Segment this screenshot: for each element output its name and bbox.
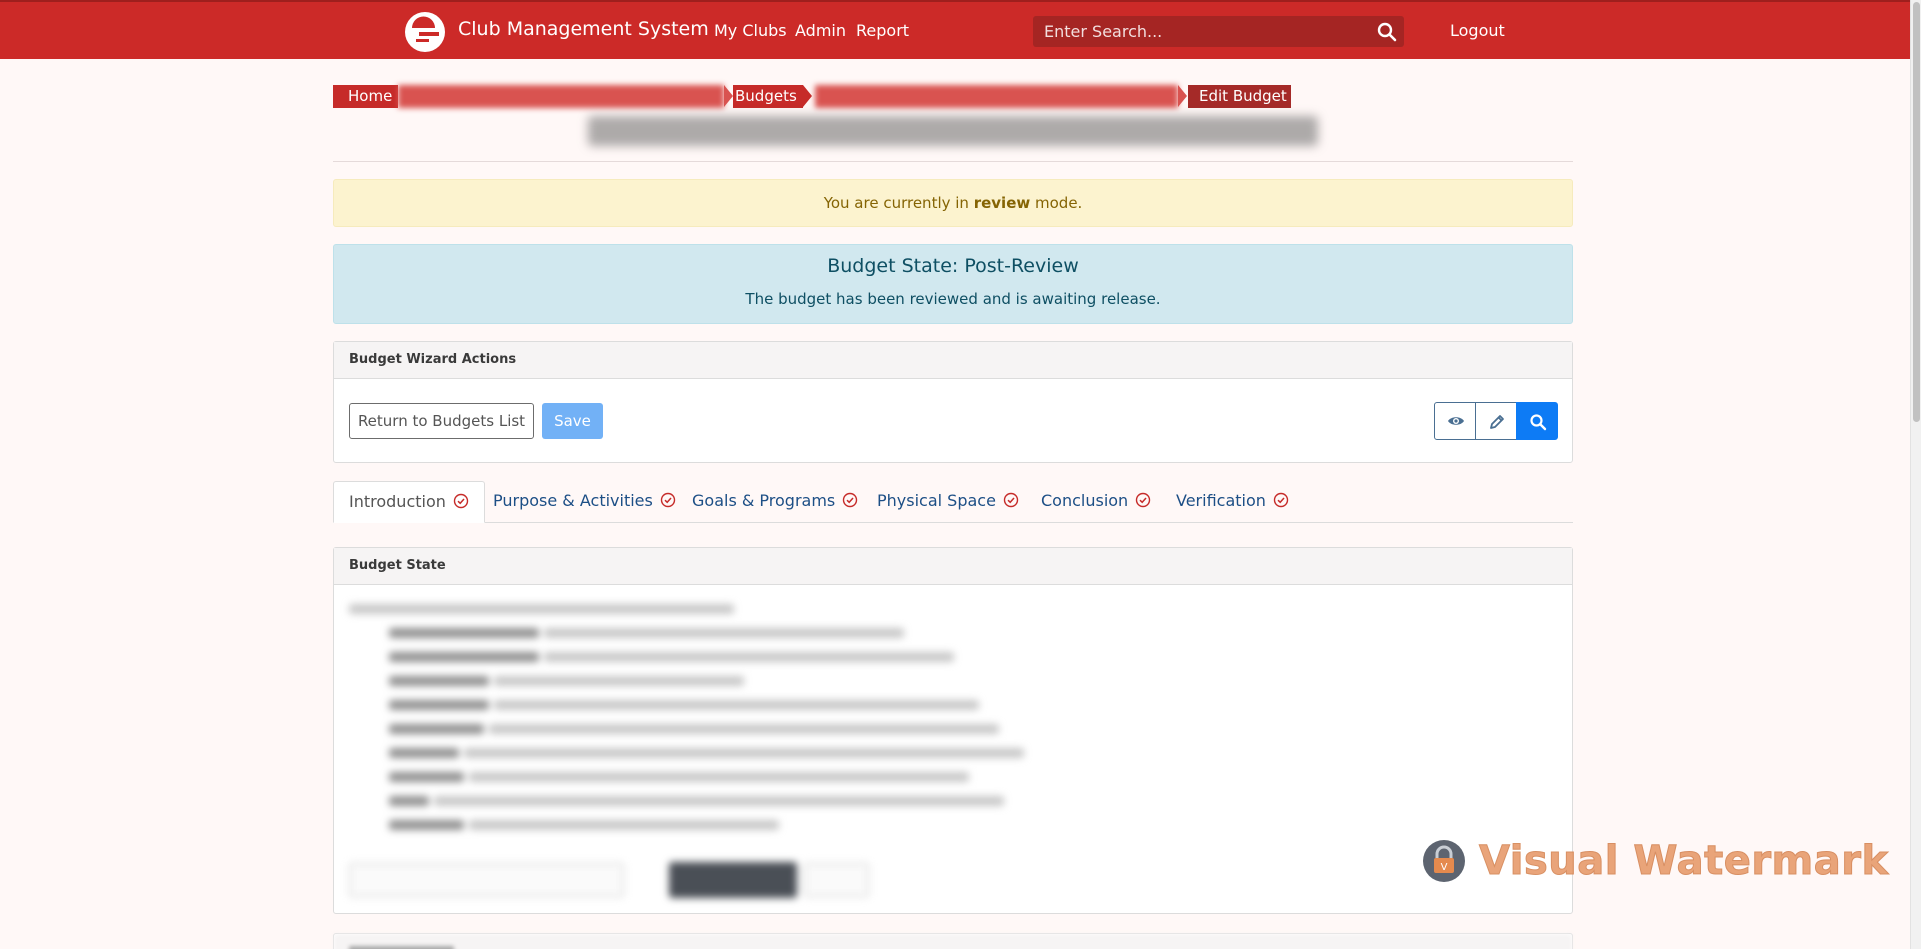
review-mode-button[interactable] (1516, 402, 1558, 440)
tab-purpose-activities[interactable]: Purpose & Activities (493, 481, 676, 523)
visual-watermark: V Visual Watermark (1423, 838, 1889, 885)
tab-label: Goals & Programs (692, 491, 836, 510)
save-button[interactable]: Save (542, 403, 603, 439)
tab-physical-space[interactable]: Physical Space (877, 481, 1019, 523)
wizard-actions-card: Budget Wizard Actions Return to Budgets … (333, 341, 1573, 463)
tab-label: Physical Space (877, 491, 996, 510)
tab-label: Conclusion (1041, 491, 1129, 510)
budget-state-alert: Budget State: Post-Review The budget has… (333, 244, 1573, 324)
eye-icon (1448, 417, 1464, 425)
club-logo-icon[interactable] (405, 12, 445, 52)
edit-mode-button[interactable] (1475, 402, 1517, 440)
nav-admin[interactable]: Admin (795, 21, 846, 40)
top-navbar: Club Management System My Clubs Admin Re… (0, 0, 1910, 59)
tab-verification[interactable]: Verification (1176, 481, 1289, 523)
padlock-icon: V (1423, 840, 1465, 882)
review-alert-prefix: You are currently in (823, 194, 974, 212)
check-circle-icon (453, 493, 469, 509)
breadcrumb-separator (724, 85, 733, 107)
budget-state-description: The budget has been reviewed and is awai… (745, 290, 1161, 308)
search-box (1033, 16, 1404, 47)
view-mode-button-group (1434, 402, 1558, 440)
breadcrumb-home[interactable]: Home (333, 85, 398, 108)
check-circle-icon (843, 492, 858, 508)
budget-state-header: Budget State (334, 548, 1572, 585)
breadcrumb-edit-budget: Edit Budget (1188, 85, 1291, 108)
tab-conclusion[interactable]: Conclusion (1041, 481, 1151, 523)
title-divider (333, 161, 1573, 162)
breadcrumb-budget-redacted[interactable] (815, 85, 1178, 108)
tab-label: Introduction (349, 492, 446, 511)
tab-label: Purpose & Activities (493, 491, 653, 510)
budget-state-title: Budget State: Post-Review (827, 255, 1079, 277)
role-information-card (333, 933, 1573, 949)
check-circle-icon (1273, 492, 1289, 508)
view-mode-button[interactable] (1434, 402, 1476, 440)
search-input[interactable] (1033, 16, 1363, 47)
breadcrumb-budgets[interactable]: Budgets (733, 85, 803, 108)
breadcrumb-club-redacted[interactable] (398, 85, 724, 108)
tab-label: Verification (1176, 491, 1266, 510)
budget-state-card: Budget State (333, 547, 1573, 914)
review-alert-bold: review (973, 194, 1031, 212)
pencil-icon (1490, 415, 1504, 429)
search-icon[interactable] (1376, 21, 1398, 43)
page-title-redacted (333, 112, 1573, 155)
brand-name[interactable]: Club Management System (458, 18, 709, 40)
nav-report[interactable]: Report (856, 21, 909, 40)
svg-text:V: V (1441, 862, 1448, 873)
wizard-actions-header: Budget Wizard Actions (334, 342, 1572, 379)
breadcrumb-separator (803, 85, 812, 107)
check-circle-icon (1136, 492, 1151, 508)
watermark-text: Visual Watermark (1479, 838, 1889, 885)
magnifier-icon (1530, 414, 1547, 431)
role-information-header-redacted (334, 934, 1572, 949)
logout-link[interactable]: Logout (1450, 21, 1505, 40)
budget-wizard-tabs: Introduction Purpose & Activities Goals … (333, 481, 1573, 523)
tab-introduction[interactable]: Introduction (333, 481, 485, 523)
review-alert-suffix: mode. (1030, 194, 1083, 212)
check-circle-icon (1003, 492, 1019, 508)
tab-goals-programs[interactable]: Goals & Programs (692, 481, 858, 523)
check-circle-icon (660, 492, 676, 508)
review-mode-alert: You are currently in review mode. (333, 179, 1573, 227)
return-to-budgets-button[interactable]: Return to Budgets List (349, 403, 534, 439)
page-scrollbar[interactable] (1910, 0, 1921, 949)
breadcrumb-separator (1178, 85, 1187, 107)
nav-my-clubs[interactable]: My Clubs (714, 21, 787, 40)
scrollbar-thumb[interactable] (1913, 2, 1920, 422)
